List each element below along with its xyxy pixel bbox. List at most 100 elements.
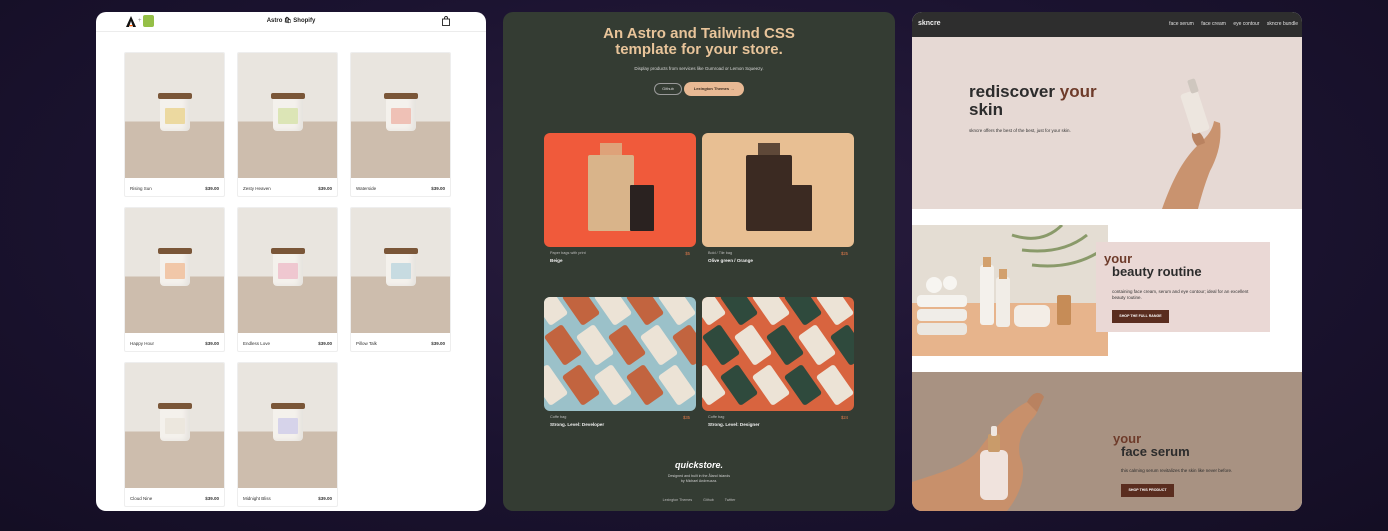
candle-lid — [271, 93, 305, 99]
candle-photo[interactable] — [351, 208, 450, 333]
hand-holding-serum-image — [912, 392, 1044, 511]
nav-link-face-serum[interactable]: face serum — [1169, 21, 1194, 27]
product-price: $39.00 — [205, 340, 219, 346]
product-meta: Pillow Talk $39.00 — [351, 333, 450, 351]
footer-link-lexington[interactable]: Lexington Themes — [663, 498, 693, 502]
routine-title: your beauty routine — [1104, 251, 1202, 279]
product-card[interactable]: Coffe bag Strong. Level: Designer $24 — [702, 297, 854, 435]
candle-photo[interactable] — [125, 53, 224, 178]
product-name[interactable]: Pillow Talk — [356, 341, 377, 346]
product-image[interactable] — [544, 297, 696, 411]
candle-photo[interactable] — [238, 208, 337, 333]
lexington-themes-button[interactable]: Lexington Themes → — [684, 82, 744, 96]
candle-lid — [158, 248, 192, 254]
product-image[interactable] — [544, 133, 696, 247]
routine-text: containing face cream, serum and eye con… — [1112, 289, 1249, 300]
hero-title: rediscover your skin — [969, 82, 1097, 119]
product-meta: Happy Hour $39.00 — [125, 333, 224, 351]
product-price: $39.00 — [431, 340, 445, 346]
store-title: Astro 🛍 Shopify — [266, 18, 316, 24]
beauty-products-image — [912, 225, 1108, 356]
shop-this-product-button[interactable]: SHOP THIS PRODUCT — [1121, 484, 1174, 497]
nav-links: face serum face cream eye contour skncre… — [1163, 21, 1298, 27]
product-image[interactable] — [702, 133, 854, 247]
product-price: $24 — [841, 415, 848, 420]
product-name[interactable]: Happy Hour — [130, 341, 154, 346]
skncre-screenshot: skncre face serum face cream eye contour… — [912, 12, 1302, 511]
candle-photo[interactable] — [238, 363, 337, 488]
product-meta: Waterside $39.00 — [351, 178, 450, 196]
astro-shopify-screenshot: + Astro 🛍 Shopify Rising Sun $39.00 Zesty … — [96, 12, 486, 511]
shopping-bag-icon[interactable] — [442, 16, 450, 26]
product-category: Paper bags with print — [550, 251, 586, 255]
candle-lid — [271, 403, 305, 409]
product-category: Bold / Tile bag — [708, 251, 733, 255]
product-price: $39.00 — [318, 185, 332, 191]
top-nav: skncre face serum face cream eye contour… — [912, 12, 1302, 37]
footer-link-twitter[interactable]: Twitter — [725, 498, 736, 502]
footer-link-github[interactable]: Github — [703, 498, 714, 502]
product-name[interactable]: Cloud Nine — [130, 496, 152, 501]
product-meta: Zesty Heaven $39.00 — [238, 178, 337, 196]
product-info: Coffe bag Strong. Level: Developer $35 — [544, 415, 696, 435]
product-card[interactable]: Rising Sun $39.00 — [124, 52, 225, 197]
candle-photo[interactable] — [125, 208, 224, 333]
product-meta: Rising Sun $39.00 — [125, 178, 224, 196]
candle-label — [278, 263, 298, 279]
product-price: $39.00 — [431, 185, 445, 191]
product-price: $25 — [841, 251, 848, 256]
product-info: Paper bags with print Beige $5 — [544, 251, 696, 271]
nav-link-bundle[interactable]: skncre bundle — [1267, 21, 1298, 27]
product-card[interactable]: Waterside $39.00 — [350, 52, 451, 197]
candle-photo[interactable] — [125, 363, 224, 488]
store-header: + Astro 🛍 Shopify — [96, 12, 486, 32]
skncre-logo[interactable]: skncre — [918, 20, 941, 27]
product-name[interactable]: Waterside — [356, 186, 376, 191]
product-info: Coffe bag Strong. Level: Designer $24 — [702, 415, 854, 435]
footer-links: Lexington Themes Github Twitter — [503, 498, 895, 502]
product-card[interactable]: Midnight Bliss $39.00 — [237, 362, 338, 507]
nav-link-face-cream[interactable]: face cream — [1201, 21, 1226, 27]
candle-photo[interactable] — [238, 53, 337, 178]
product-card[interactable]: Bold / Tile bag Olive green / Orange $25 — [702, 133, 854, 271]
candle-label — [165, 108, 185, 124]
routine-section: your beauty routine containing face crea… — [912, 209, 1302, 372]
product-card[interactable]: Coffe bag Strong. Level: Developer $35 — [544, 297, 696, 435]
hand-holding-bottle-image — [1162, 78, 1221, 209]
product-grid: Rising Sun $39.00 Zesty Heaven $39.00 Waters… — [124, 52, 452, 507]
product-card[interactable]: Cloud Nine $39.00 — [124, 362, 225, 507]
product-name[interactable]: Endless Love — [243, 341, 270, 346]
product-category: Coffe bag — [550, 415, 567, 419]
candle-label — [391, 263, 411, 279]
quickstore-screenshot: An Astro and Tailwind CSS template for y… — [503, 12, 895, 511]
product-card[interactable]: Endless Love $39.00 — [237, 207, 338, 352]
hero-subtitle: skncre offers the best of the best, just… — [969, 128, 1071, 133]
product-card[interactable]: Paper bags with print Beige $5 — [544, 133, 696, 271]
candle-lid — [158, 403, 192, 409]
product-meta: Midnight Bliss $39.00 — [238, 488, 337, 506]
product-name: Beige — [550, 258, 563, 263]
routine-card: your beauty routine containing face crea… — [1096, 242, 1270, 332]
product-name: Strong. Level: Developer — [550, 422, 605, 427]
product-price: $5 — [685, 251, 690, 256]
github-button[interactable]: Github — [654, 83, 682, 95]
product-meta: Cloud Nine $39.00 — [125, 488, 224, 506]
product-name[interactable]: Rising Sun — [130, 186, 152, 191]
shop-full-range-button[interactable]: SHOP THE FULL RANGE — [1112, 310, 1169, 323]
product-card[interactable]: Zesty Heaven $39.00 — [237, 52, 338, 197]
product-price: $39.00 — [205, 185, 219, 191]
nav-link-eye-contour[interactable]: eye contour — [1233, 21, 1259, 27]
candle-lid — [271, 248, 305, 254]
product-price: $35 — [683, 415, 690, 420]
product-image[interactable] — [702, 297, 854, 411]
product-name: Olive green / Orange — [708, 258, 753, 263]
product-category: Coffe bag — [708, 415, 725, 419]
product-name: Strong. Level: Designer — [708, 422, 760, 427]
candle-lid — [384, 248, 418, 254]
hero-subtitle: Display products from services like Gumr… — [634, 66, 764, 71]
product-card[interactable]: Pillow Talk $39.00 — [350, 207, 451, 352]
product-name[interactable]: Midnight Bliss — [243, 496, 271, 501]
product-name[interactable]: Zesty Heaven — [243, 186, 271, 191]
candle-photo[interactable] — [351, 53, 450, 178]
product-card[interactable]: Happy Hour $39.00 — [124, 207, 225, 352]
